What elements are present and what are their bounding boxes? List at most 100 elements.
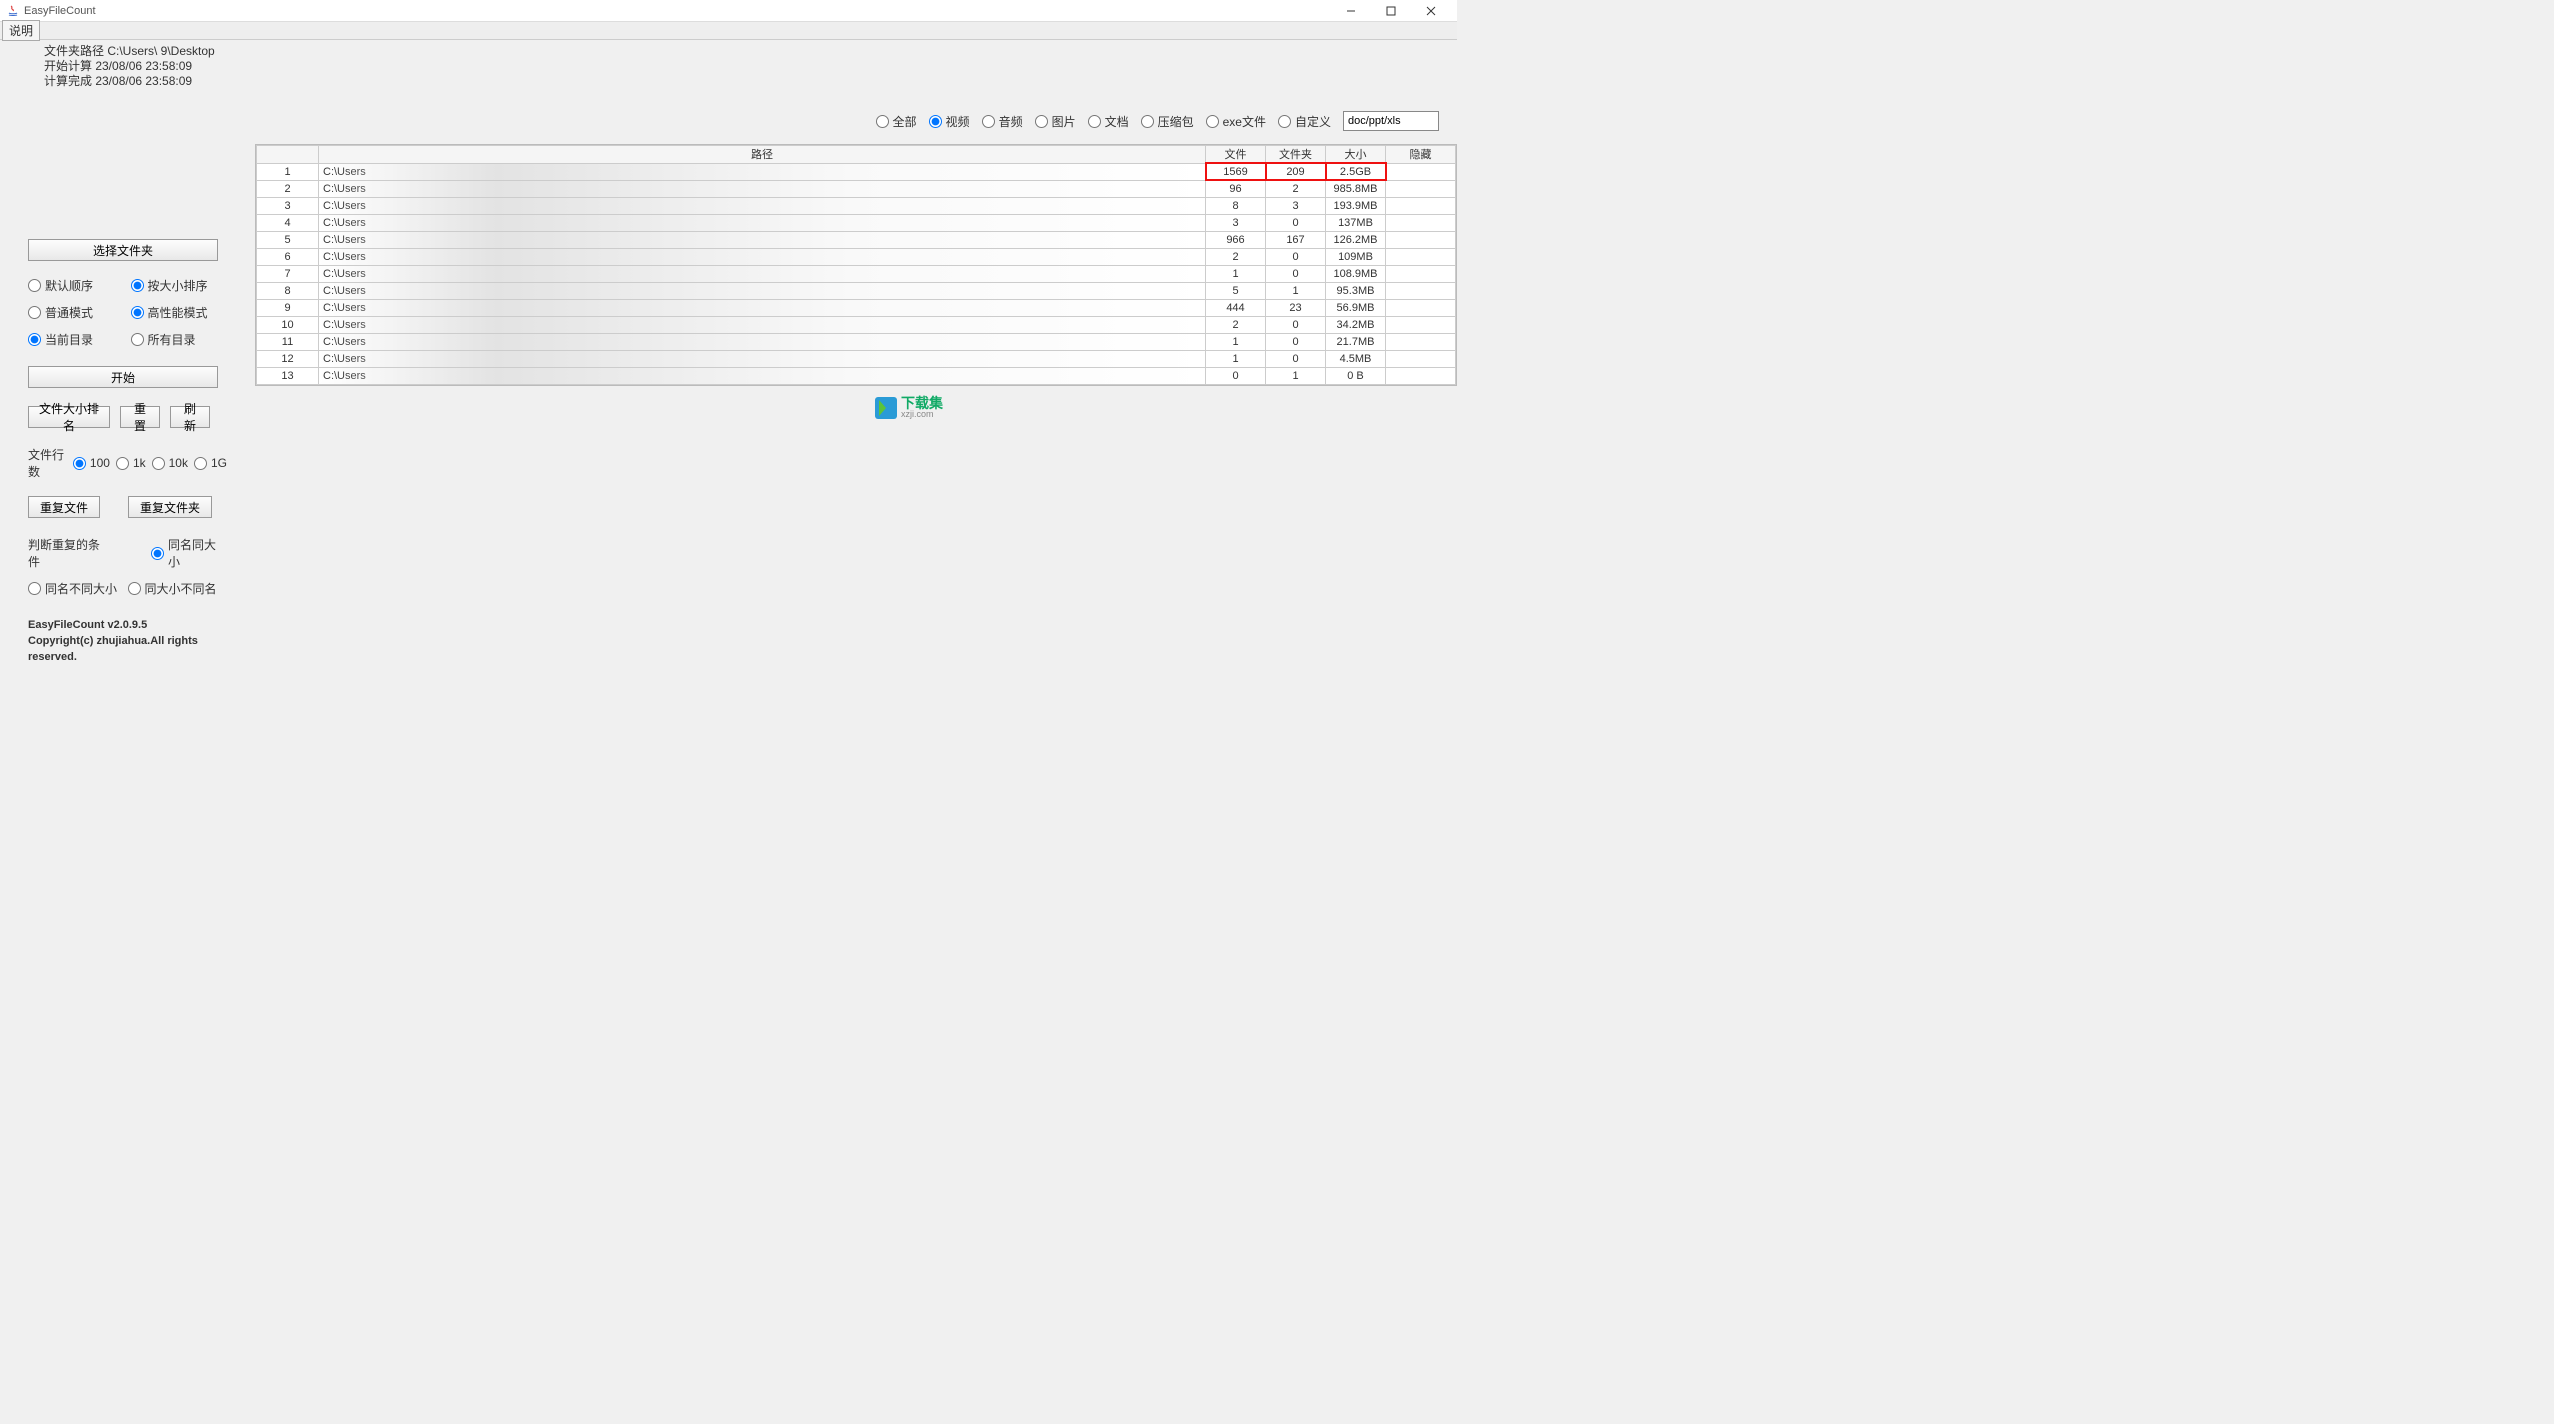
cell-hidden (1386, 231, 1456, 248)
filter-custom[interactable]: 自定义 (1278, 113, 1331, 130)
cell-size: 4.5MB (1326, 350, 1386, 367)
filter-doc[interactable]: 文档 (1088, 113, 1129, 130)
cell-index: 6 (257, 248, 319, 265)
filter-image[interactable]: 图片 (1035, 113, 1076, 130)
radio-sort-size[interactable]: 按大小排序 (131, 277, 228, 294)
table-row[interactable]: 12C:\Users104.5MB (257, 350, 1456, 367)
watermark: 下载集 xzji.com (875, 397, 943, 419)
table-row[interactable]: 4C:\Users30137MB (257, 214, 1456, 231)
col-files[interactable]: 文件 (1206, 146, 1266, 164)
info-done: 计算完成 23/08/06 23:58:09 (44, 74, 1457, 89)
cell-index: 1 (257, 163, 319, 180)
filter-custom-input[interactable] (1343, 111, 1439, 131)
radio-mode-normal[interactable]: 普通模式 (28, 304, 125, 321)
info-path: 文件夹路径 C:\Users\ 9\Desktop (44, 44, 1457, 59)
cell-index: 4 (257, 214, 319, 231)
minimize-button[interactable] (1331, 0, 1371, 22)
watermark-sub: xzji.com (901, 409, 943, 419)
cell-hidden (1386, 299, 1456, 316)
radio-rows-10k[interactable]: 10k (152, 456, 188, 470)
cell-index: 8 (257, 282, 319, 299)
info-start: 开始计算 23/08/06 23:58:09 (44, 59, 1457, 74)
filter-all[interactable]: 全部 (876, 113, 917, 130)
cell-index: 7 (257, 265, 319, 282)
table-row[interactable]: 7C:\Users10108.9MB (257, 265, 1456, 282)
radio-dir-all[interactable]: 所有目录 (131, 331, 228, 348)
cell-path: C:\Users (319, 316, 1206, 333)
file-rows-label: 文件行数 (28, 446, 67, 480)
cell-files: 5 (1206, 282, 1266, 299)
cell-folders: 1 (1266, 282, 1326, 299)
table-row[interactable]: 11C:\Users1021.7MB (257, 333, 1456, 350)
filter-exe[interactable]: exe文件 (1206, 113, 1266, 130)
table-row[interactable]: 10C:\Users2034.2MB (257, 316, 1456, 333)
cell-folders: 167 (1266, 231, 1326, 248)
cell-size: 193.9MB (1326, 197, 1386, 214)
cell-hidden (1386, 163, 1456, 180)
col-folders[interactable]: 文件夹 (1266, 146, 1326, 164)
cell-size: 108.9MB (1326, 265, 1386, 282)
cell-index: 5 (257, 231, 319, 248)
rank-size-button[interactable]: 文件大小排名 (28, 406, 110, 428)
close-button[interactable] (1411, 0, 1451, 22)
cell-files: 2 (1206, 248, 1266, 265)
cell-files: 1569 (1206, 163, 1266, 180)
filter-zip[interactable]: 压缩包 (1141, 113, 1194, 130)
col-index[interactable] (257, 146, 319, 164)
col-size[interactable]: 大小 (1326, 146, 1386, 164)
start-button[interactable]: 开始 (28, 366, 218, 388)
table-row[interactable]: 8C:\Users5195.3MB (257, 282, 1456, 299)
cell-hidden (1386, 180, 1456, 197)
cell-size: 109MB (1326, 248, 1386, 265)
radio-rows-1g[interactable]: 1G (194, 456, 227, 470)
filter-audio[interactable]: 音频 (982, 113, 1023, 130)
table-row[interactable]: 13C:\Users010 B (257, 367, 1456, 384)
table-row[interactable]: 5C:\Users966167126.2MB (257, 231, 1456, 248)
table-row[interactable]: 3C:\Users83193.9MB (257, 197, 1456, 214)
left-panel: 选择文件夹 默认顺序 按大小排序 普通模式 高性能模式 当前目录 所有目录 开始… (0, 89, 255, 675)
radio-sort-default[interactable]: 默认顺序 (28, 277, 125, 294)
dup-folders-button[interactable]: 重复文件夹 (128, 496, 212, 518)
table-row[interactable]: 9C:\Users4442356.9MB (257, 299, 1456, 316)
radio-mode-perf[interactable]: 高性能模式 (131, 304, 228, 321)
table-row[interactable]: 1C:\Users15692092.5GB (257, 163, 1456, 180)
radio-rows-1k[interactable]: 1k (116, 456, 146, 470)
cell-files: 1 (1206, 333, 1266, 350)
cell-size: 985.8MB (1326, 180, 1386, 197)
table-row[interactable]: 2C:\Users962985.8MB (257, 180, 1456, 197)
cell-path: C:\Users (319, 231, 1206, 248)
cell-index: 11 (257, 333, 319, 350)
reset-button[interactable]: 重置 (120, 406, 160, 428)
cell-index: 3 (257, 197, 319, 214)
col-path[interactable]: 路径 (319, 146, 1206, 164)
select-folder-button[interactable]: 选择文件夹 (28, 239, 218, 261)
cell-size: 0 B (1326, 367, 1386, 384)
cell-folders: 0 (1266, 350, 1326, 367)
table-header-row: 路径 文件 文件夹 大小 隐藏 (257, 146, 1456, 164)
right-area: 全部 视频 音频 图片 文档 压缩包 exe文件 自定义 路径 文件 (255, 89, 1457, 675)
radio-dir-current[interactable]: 当前目录 (28, 331, 125, 348)
cell-index: 10 (257, 316, 319, 333)
cell-hidden (1386, 248, 1456, 265)
cell-files: 966 (1206, 231, 1266, 248)
cell-path: C:\Users (319, 350, 1206, 367)
cell-files: 8 (1206, 197, 1266, 214)
maximize-button[interactable] (1371, 0, 1411, 22)
radio-cond-same-size-diff-name[interactable]: 同大小不同名 (128, 580, 228, 597)
filter-bar: 全部 视频 音频 图片 文档 压缩包 exe文件 自定义 (876, 111, 1439, 131)
col-hidden[interactable]: 隐藏 (1386, 146, 1456, 164)
refresh-button[interactable]: 刷新 (170, 406, 210, 428)
cell-folders: 0 (1266, 333, 1326, 350)
radio-cond-same-name-size[interactable]: 同名同大小 (151, 536, 227, 570)
radio-cond-same-name-diff-size[interactable]: 同名不同大小 (28, 580, 128, 597)
radio-rows-100[interactable]: 100 (73, 456, 110, 470)
cell-hidden (1386, 316, 1456, 333)
filter-video[interactable]: 视频 (929, 113, 970, 130)
cell-path: C:\Users (319, 248, 1206, 265)
cell-folders: 0 (1266, 214, 1326, 231)
menu-explain[interactable]: 说明 (2, 20, 40, 41)
dup-files-button[interactable]: 重复文件 (28, 496, 100, 518)
cell-files: 0 (1206, 367, 1266, 384)
table-row[interactable]: 6C:\Users20109MB (257, 248, 1456, 265)
cell-path: C:\Users (319, 367, 1206, 384)
